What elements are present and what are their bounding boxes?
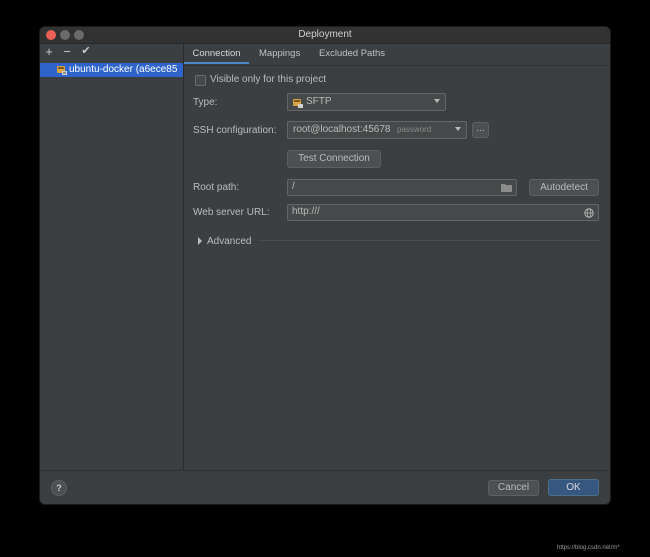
visible-only-checkbox[interactable] (195, 75, 206, 86)
web-server-url-label: Web server URL: (193, 207, 270, 218)
sftp-server-icon (57, 66, 67, 75)
remove-server-button[interactable]: − (61, 44, 73, 59)
ssh-auth-hint: password (397, 125, 432, 134)
ssh-configuration-label: SSH configuration: (193, 125, 277, 136)
watermark-text: https://blog.csdn.net/m* (557, 545, 620, 551)
ssh-configuration-more-button[interactable]: ... (472, 122, 489, 138)
apply-server-button[interactable]: ✔ (80, 44, 92, 59)
sftp-icon (293, 99, 303, 108)
server-item-label: ubuntu-docker (a6ece85 (69, 64, 178, 75)
tab-connection[interactable]: Connection (184, 44, 249, 64)
advanced-section-toggle[interactable]: Advanced (207, 236, 251, 247)
test-connection-button[interactable]: Test Connection (287, 150, 381, 168)
globe-icon[interactable] (584, 208, 594, 218)
title-bar: Deployment (40, 27, 610, 44)
deployment-dialog: Deployment + − ✔ ubuntu-docker (a6ece85 … (40, 27, 610, 504)
add-server-button[interactable]: + (43, 44, 55, 59)
tab-bar: Connection Mappings Excluded Paths (184, 44, 610, 66)
server-list-toolbar: + − ✔ (40, 44, 183, 61)
server-list-panel: + − ✔ ubuntu-docker (a6ece85 (40, 44, 184, 470)
type-select-value: SFTP (306, 96, 332, 107)
folder-icon[interactable] (501, 183, 512, 192)
tab-excluded-paths[interactable]: Excluded Paths (319, 44, 385, 64)
server-item-ubuntu-docker[interactable]: ubuntu-docker (a6ece85 (40, 63, 183, 77)
root-path-label: Root path: (193, 182, 240, 193)
ssh-configuration-select[interactable]: root@localhost:45678 password (287, 121, 467, 139)
type-label: Type: (193, 97, 218, 108)
ssh-configuration-value: root@localhost:45678 (293, 124, 391, 135)
help-button[interactable]: ? (51, 480, 67, 496)
chevron-right-icon[interactable] (197, 237, 203, 245)
root-path-value: / (292, 181, 295, 192)
window-title: Deployment (298, 29, 352, 40)
web-server-url-value: http:/// (292, 206, 320, 217)
autodetect-button[interactable]: Autodetect (529, 179, 599, 196)
chevron-down-icon (434, 99, 440, 103)
web-server-url-input[interactable]: http:/// (287, 204, 599, 221)
tab-mappings[interactable]: Mappings (259, 44, 300, 64)
cancel-button[interactable]: Cancel (488, 480, 539, 496)
advanced-separator (258, 240, 600, 241)
chevron-down-icon (455, 127, 461, 131)
visible-only-label: Visible only for this project (210, 74, 326, 85)
type-select[interactable]: SFTP (287, 93, 446, 111)
root-path-input[interactable]: / (287, 179, 517, 196)
ok-button[interactable]: OK (548, 479, 599, 496)
